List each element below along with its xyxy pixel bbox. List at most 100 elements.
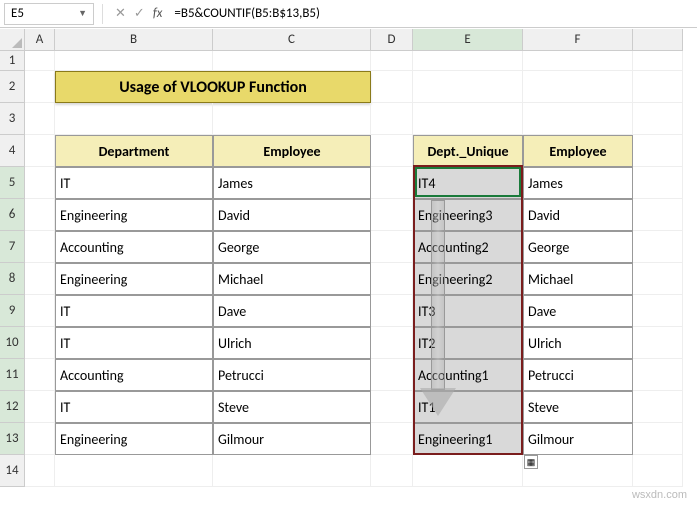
header-dept-unique[interactable]: Dept._Unique xyxy=(413,135,523,167)
row-header[interactable]: 4 xyxy=(0,135,25,167)
name-box[interactable]: E5 ▼ xyxy=(4,3,94,25)
cell-deptu[interactable]: Engineering1 xyxy=(413,423,523,455)
cell[interactable] xyxy=(25,455,55,487)
cell[interactable] xyxy=(25,51,55,71)
row-header[interactable]: 13 xyxy=(0,423,25,455)
col-header-a[interactable]: A xyxy=(25,29,55,51)
row-header[interactable]: 12 xyxy=(0,391,25,423)
cell[interactable] xyxy=(371,51,413,71)
cell-emp2[interactable]: Gilmour xyxy=(523,423,633,455)
enter-icon[interactable]: ✓ xyxy=(130,6,149,21)
cell[interactable] xyxy=(371,295,413,327)
cell[interactable] xyxy=(633,359,683,391)
cell-dept[interactable]: IT xyxy=(55,295,213,327)
row-header[interactable]: 9 xyxy=(0,295,25,327)
cell-deptu[interactable]: IT3 xyxy=(413,295,523,327)
cell-dept[interactable]: Engineering xyxy=(55,199,213,231)
cell[interactable] xyxy=(25,135,55,167)
cell[interactable] xyxy=(523,51,633,71)
cell-emp[interactable]: George xyxy=(213,231,371,263)
cell[interactable] xyxy=(633,71,683,103)
cell[interactable] xyxy=(633,135,683,167)
cell-emp[interactable]: David xyxy=(213,199,371,231)
cell[interactable] xyxy=(633,167,683,199)
cell[interactable] xyxy=(25,199,55,231)
row-header[interactable]: 8 xyxy=(0,263,25,295)
cell[interactable] xyxy=(371,455,413,487)
cell-emp2[interactable]: George xyxy=(523,231,633,263)
cell[interactable] xyxy=(413,455,523,487)
cell[interactable] xyxy=(25,71,55,103)
cell-dept[interactable]: Accounting xyxy=(55,231,213,263)
header-employee[interactable]: Employee xyxy=(213,135,371,167)
title-cell[interactable]: Usage of VLOOKUP Function xyxy=(55,71,371,103)
row-header[interactable]: 2 xyxy=(0,71,25,103)
cell-dept[interactable]: IT xyxy=(55,167,213,199)
cell[interactable] xyxy=(413,103,523,135)
cell[interactable] xyxy=(25,167,55,199)
cell[interactable] xyxy=(413,71,523,103)
cell-deptu[interactable]: IT2 xyxy=(413,327,523,359)
row-header[interactable]: 6 xyxy=(0,199,25,231)
cell[interactable] xyxy=(371,327,413,359)
cell[interactable] xyxy=(633,423,683,455)
col-header-f[interactable]: F xyxy=(523,29,633,51)
cell-deptu[interactable]: Accounting2 xyxy=(413,231,523,263)
cell-emp[interactable]: Petrucci xyxy=(213,359,371,391)
cell[interactable] xyxy=(371,263,413,295)
cell[interactable] xyxy=(25,423,55,455)
cell[interactable] xyxy=(371,71,413,103)
cell-dept[interactable]: Accounting xyxy=(55,359,213,391)
autofill-options-icon[interactable]: ▦ xyxy=(524,455,538,469)
cell[interactable] xyxy=(25,263,55,295)
cell-emp2[interactable]: Ulrich xyxy=(523,327,633,359)
cell-dept[interactable]: Engineering xyxy=(55,263,213,295)
cell[interactable] xyxy=(633,51,683,71)
cell[interactable] xyxy=(371,391,413,423)
col-header-d[interactable]: D xyxy=(371,29,413,51)
cell-deptu[interactable]: IT4 xyxy=(413,167,523,199)
cell-emp[interactable]: Ulrich xyxy=(213,327,371,359)
cell[interactable] xyxy=(213,103,371,135)
cell[interactable] xyxy=(371,231,413,263)
cell[interactable] xyxy=(633,263,683,295)
col-header-c[interactable]: C xyxy=(213,29,371,51)
cell[interactable] xyxy=(523,103,633,135)
cell-emp2[interactable]: Dave xyxy=(523,295,633,327)
row-header[interactable]: 14 xyxy=(0,455,25,487)
cell-deptu[interactable]: IT1 xyxy=(413,391,523,423)
cell-dept[interactable]: Engineering xyxy=(55,423,213,455)
cell[interactable] xyxy=(523,455,633,487)
row-header[interactable]: 11 xyxy=(0,359,25,391)
cancel-icon[interactable]: ✕ xyxy=(111,6,130,21)
cell[interactable] xyxy=(25,391,55,423)
cell-emp[interactable]: James xyxy=(213,167,371,199)
cell[interactable] xyxy=(25,295,55,327)
header-department[interactable]: Department xyxy=(55,135,213,167)
cell[interactable] xyxy=(25,231,55,263)
col-header-g[interactable] xyxy=(633,29,683,51)
cell[interactable] xyxy=(371,199,413,231)
cell-deptu[interactable]: Accounting1 xyxy=(413,359,523,391)
cell[interactable] xyxy=(213,51,371,71)
cell-deptu[interactable]: Engineering3 xyxy=(413,199,523,231)
cell[interactable] xyxy=(413,51,523,71)
cell-emp2[interactable]: David xyxy=(523,199,633,231)
cell[interactable] xyxy=(213,455,371,487)
cell-deptu[interactable]: Engineering2 xyxy=(413,263,523,295)
cell[interactable] xyxy=(523,71,633,103)
cell-emp[interactable]: Gilmour xyxy=(213,423,371,455)
cell-emp2[interactable]: Steve xyxy=(523,391,633,423)
row-header[interactable]: 1 xyxy=(0,51,25,71)
cell[interactable] xyxy=(25,359,55,391)
cell[interactable] xyxy=(55,103,213,135)
cell[interactable] xyxy=(633,103,683,135)
col-header-e[interactable]: E xyxy=(413,29,523,51)
cell-emp[interactable]: Steve xyxy=(213,391,371,423)
cell[interactable] xyxy=(633,295,683,327)
cell[interactable] xyxy=(633,327,683,359)
cell[interactable] xyxy=(633,391,683,423)
cell-emp[interactable]: Michael xyxy=(213,263,371,295)
col-header-b[interactable]: B xyxy=(55,29,213,51)
cell[interactable] xyxy=(55,455,213,487)
